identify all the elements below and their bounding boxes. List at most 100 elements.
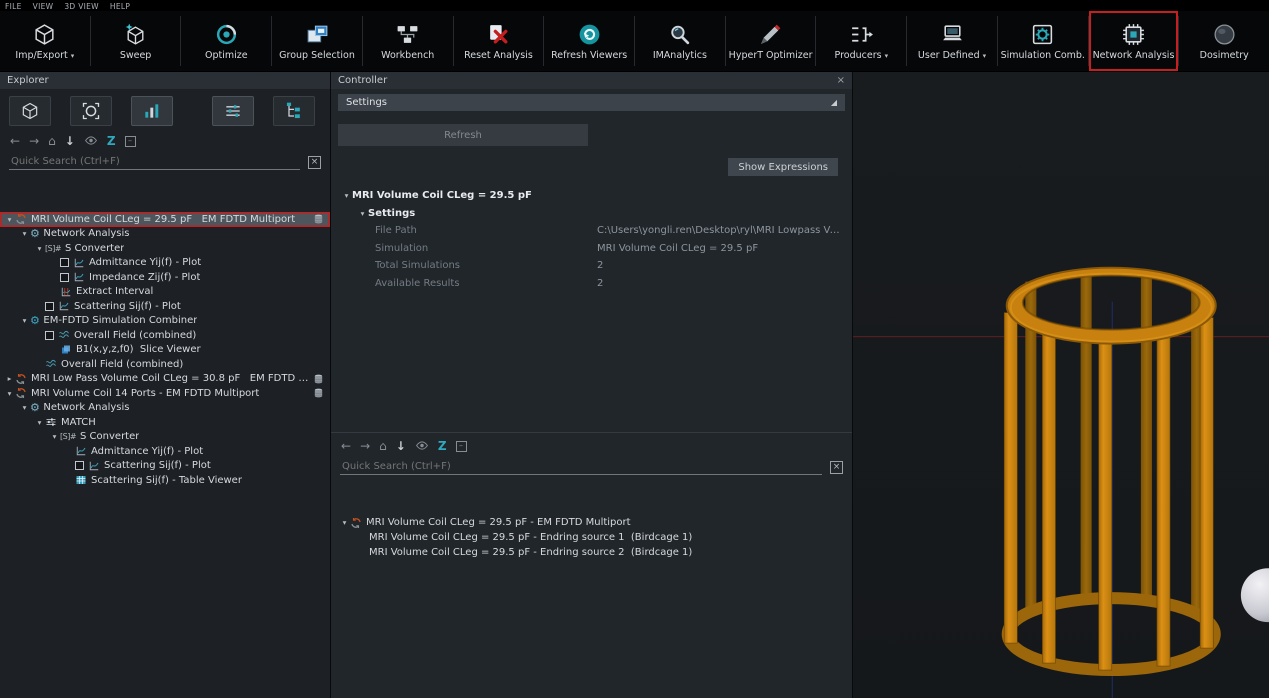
toolbar-item-producers[interactable]: Producers ▾ — [816, 11, 906, 71]
settings-section-header[interactable]: Settings ◢ — [338, 94, 845, 111]
3d-viewport[interactable] — [853, 72, 1269, 698]
expand-open-icon[interactable]: ▾ — [19, 316, 30, 325]
expand-open-icon[interactable]: ▾ — [19, 229, 30, 238]
menu-view[interactable]: VIEW — [33, 2, 54, 11]
tree-item[interactable]: ▸ MRI Low Pass Volume Coil CLeg = 30.8 p… — [0, 372, 330, 387]
toolbar-item-workbench[interactable]: Workbench — [363, 11, 453, 71]
database-icon — [313, 213, 324, 225]
tree-item[interactable]: ▾ [S]# S Converter — [0, 241, 330, 256]
toolbar-item-imp-export[interactable]: Imp/Export ▾ — [0, 11, 90, 71]
toolbar-item-dosimetry[interactable]: Dosimetry — [1179, 11, 1269, 71]
expand-closed-icon[interactable]: ▸ — [4, 374, 15, 383]
tree-item[interactable]: ▾ MRI Volume Coil 14 Ports - EM FDTD Mul… — [0, 386, 330, 401]
down-arrow-icon[interactable]: ↓ — [396, 440, 406, 452]
property-row[interactable]: Total Simulations 2 — [341, 257, 852, 275]
controller-search-input[interactable] — [340, 459, 822, 475]
tree-item[interactable]: ▾ MATCH — [0, 415, 330, 430]
tree-item[interactable]: B1(x,y,z,f0) Slice Viewer — [0, 343, 330, 358]
checkbox[interactable] — [60, 258, 69, 267]
back-arrow-icon[interactable]: ← — [341, 440, 351, 452]
toolbar-item-imanalytics[interactable]: IMAnalytics — [635, 11, 725, 71]
source-item-label: MRI Volume Coil CLeg = 29.5 pF - EM FDTD… — [366, 517, 631, 528]
toolbar-item-simulation-comb[interactable]: Simulation Comb. — [998, 11, 1088, 71]
visibility-eye-icon[interactable] — [84, 134, 98, 149]
sliders-icon — [45, 416, 57, 428]
filter-view-button[interactable] — [212, 96, 254, 126]
expand-open-icon[interactable]: ▾ — [19, 403, 30, 412]
toolbar-item-optimize[interactable]: Optimize — [181, 11, 271, 71]
viewport-view-button[interactable] — [70, 96, 112, 126]
tree-item[interactable]: ▾ MRI Volume Coil CLeg = 29.5 pF EM FDTD… — [0, 212, 330, 227]
checkbox[interactable] — [45, 331, 54, 340]
tree-item[interactable]: Scattering Sij(f) - Table Viewer — [0, 473, 330, 488]
tree-item[interactable]: Overall Field (combined) — [0, 357, 330, 372]
controller-root-row[interactable]: ▾ MRI Volume Coil CLeg = 29.5 pF — [341, 186, 852, 204]
forward-arrow-icon[interactable]: → — [29, 135, 39, 147]
toolbar-item-hypert-optimizer[interactable]: HyperT Optimizer — [726, 11, 816, 71]
expand-open-icon[interactable]: ▾ — [34, 244, 45, 253]
select-box-icon[interactable]: – — [125, 136, 136, 147]
expand-open-icon[interactable]: ▾ — [4, 389, 15, 398]
source-item[interactable]: MRI Volume Coil CLeg = 29.5 pF - Endring… — [331, 545, 852, 560]
tree-item[interactable]: ▾ ⚙ Network Analysis — [0, 227, 330, 242]
toolbar-item-sweep[interactable]: Sweep — [91, 11, 181, 71]
tree-item-label: Scattering Sij(f) - Plot — [104, 460, 211, 471]
tree-item[interactable]: Scattering Sij(f) - Plot — [0, 299, 330, 314]
visibility-eye-icon[interactable] — [415, 439, 429, 454]
expand-open-icon[interactable]: ▾ — [341, 191, 352, 200]
toolbar-item-user-defined[interactable]: User Defined ▾ — [907, 11, 997, 71]
dropdown-arrow-icon[interactable]: ▾ — [71, 52, 75, 60]
down-arrow-icon[interactable]: ↓ — [65, 135, 75, 147]
back-arrow-icon[interactable]: ← — [10, 135, 20, 147]
checkbox[interactable] — [45, 302, 54, 311]
tree-item[interactable]: Admittance Yij(f) - Plot — [0, 256, 330, 271]
tree-item[interactable]: Extract Interval — [0, 285, 330, 300]
home-icon[interactable]: ⌂ — [48, 135, 56, 147]
toolbar-item-network-analysis[interactable]: Network Analysis — [1089, 11, 1179, 71]
expand-open-icon[interactable]: ▾ — [339, 518, 350, 527]
menu-3d-view[interactable]: 3D VIEW — [64, 2, 99, 11]
tree-item[interactable]: Impedance Zij(f) - Plot — [0, 270, 330, 285]
zoom-selection-icon[interactable]: Z — [438, 440, 447, 452]
menu-help[interactable]: HELP — [110, 2, 130, 11]
expand-open-icon[interactable]: ▾ — [4, 215, 15, 224]
forward-arrow-icon[interactable]: → — [360, 440, 370, 452]
model-view-button[interactable] — [9, 96, 51, 126]
expand-open-icon[interactable]: ▾ — [34, 418, 45, 427]
dropdown-arrow-icon[interactable]: ▾ — [983, 52, 987, 60]
clear-search-icon[interactable]: × — [308, 156, 321, 169]
refresh-button[interactable]: Refresh — [338, 124, 588, 146]
table-icon — [75, 474, 87, 486]
tree-item[interactable]: ▾ [S]# S Converter — [0, 430, 330, 445]
tree-item[interactable]: Scattering Sij(f) - Plot — [0, 459, 330, 474]
property-row[interactable]: Simulation MRI Volume Coil CLeg = 29.5 p… — [341, 240, 852, 258]
zoom-selection-icon[interactable]: Z — [107, 135, 116, 147]
menu-file[interactable]: FILE — [5, 2, 22, 11]
source-item[interactable]: ▾ MRI Volume Coil CLeg = 29.5 pF - EM FD… — [331, 515, 852, 530]
expand-open-icon[interactable]: ▾ — [49, 432, 60, 441]
toolbar-item-group-selection[interactable]: Group Selection — [272, 11, 362, 71]
expand-open-icon[interactable]: ▾ — [357, 209, 368, 218]
dropdown-arrow-icon[interactable]: ▾ — [885, 52, 889, 60]
close-icon[interactable]: × — [837, 75, 845, 86]
checkbox[interactable] — [75, 461, 84, 470]
source-item[interactable]: MRI Volume Coil CLeg = 29.5 pF - Endring… — [331, 530, 852, 545]
tree-item[interactable]: ▾ ⚙ EM-FDTD Simulation Combiner — [0, 314, 330, 329]
toolbar-item-refresh-viewers[interactable]: Refresh Viewers — [544, 11, 634, 71]
controller-settings-row[interactable]: ▾ Settings — [341, 204, 852, 222]
explorer-search-input[interactable] — [9, 154, 300, 170]
tree-item[interactable]: Overall Field (combined) — [0, 328, 330, 343]
home-icon[interactable]: ⌂ — [379, 440, 387, 452]
clear-search-icon[interactable]: × — [830, 461, 843, 474]
show-expressions-button[interactable]: Show Expressions — [728, 158, 838, 176]
tree-item[interactable]: ▾ ⚙ Network Analysis — [0, 401, 330, 416]
select-box-icon[interactable]: – — [456, 441, 467, 452]
property-row[interactable]: File Path C:\Users\yongli.ren\Desktop\ry… — [341, 222, 852, 240]
toolbar-item-reset-analysis[interactable]: Reset Analysis — [454, 11, 544, 71]
tree-item[interactable]: Admittance Yij(f) - Plot — [0, 444, 330, 459]
checkbox[interactable] — [60, 273, 69, 282]
tree-options-button[interactable] — [273, 96, 315, 126]
controller-search-row: × — [331, 457, 852, 477]
property-row[interactable]: Available Results 2 — [341, 275, 852, 293]
analysis-view-button[interactable] — [131, 96, 173, 126]
